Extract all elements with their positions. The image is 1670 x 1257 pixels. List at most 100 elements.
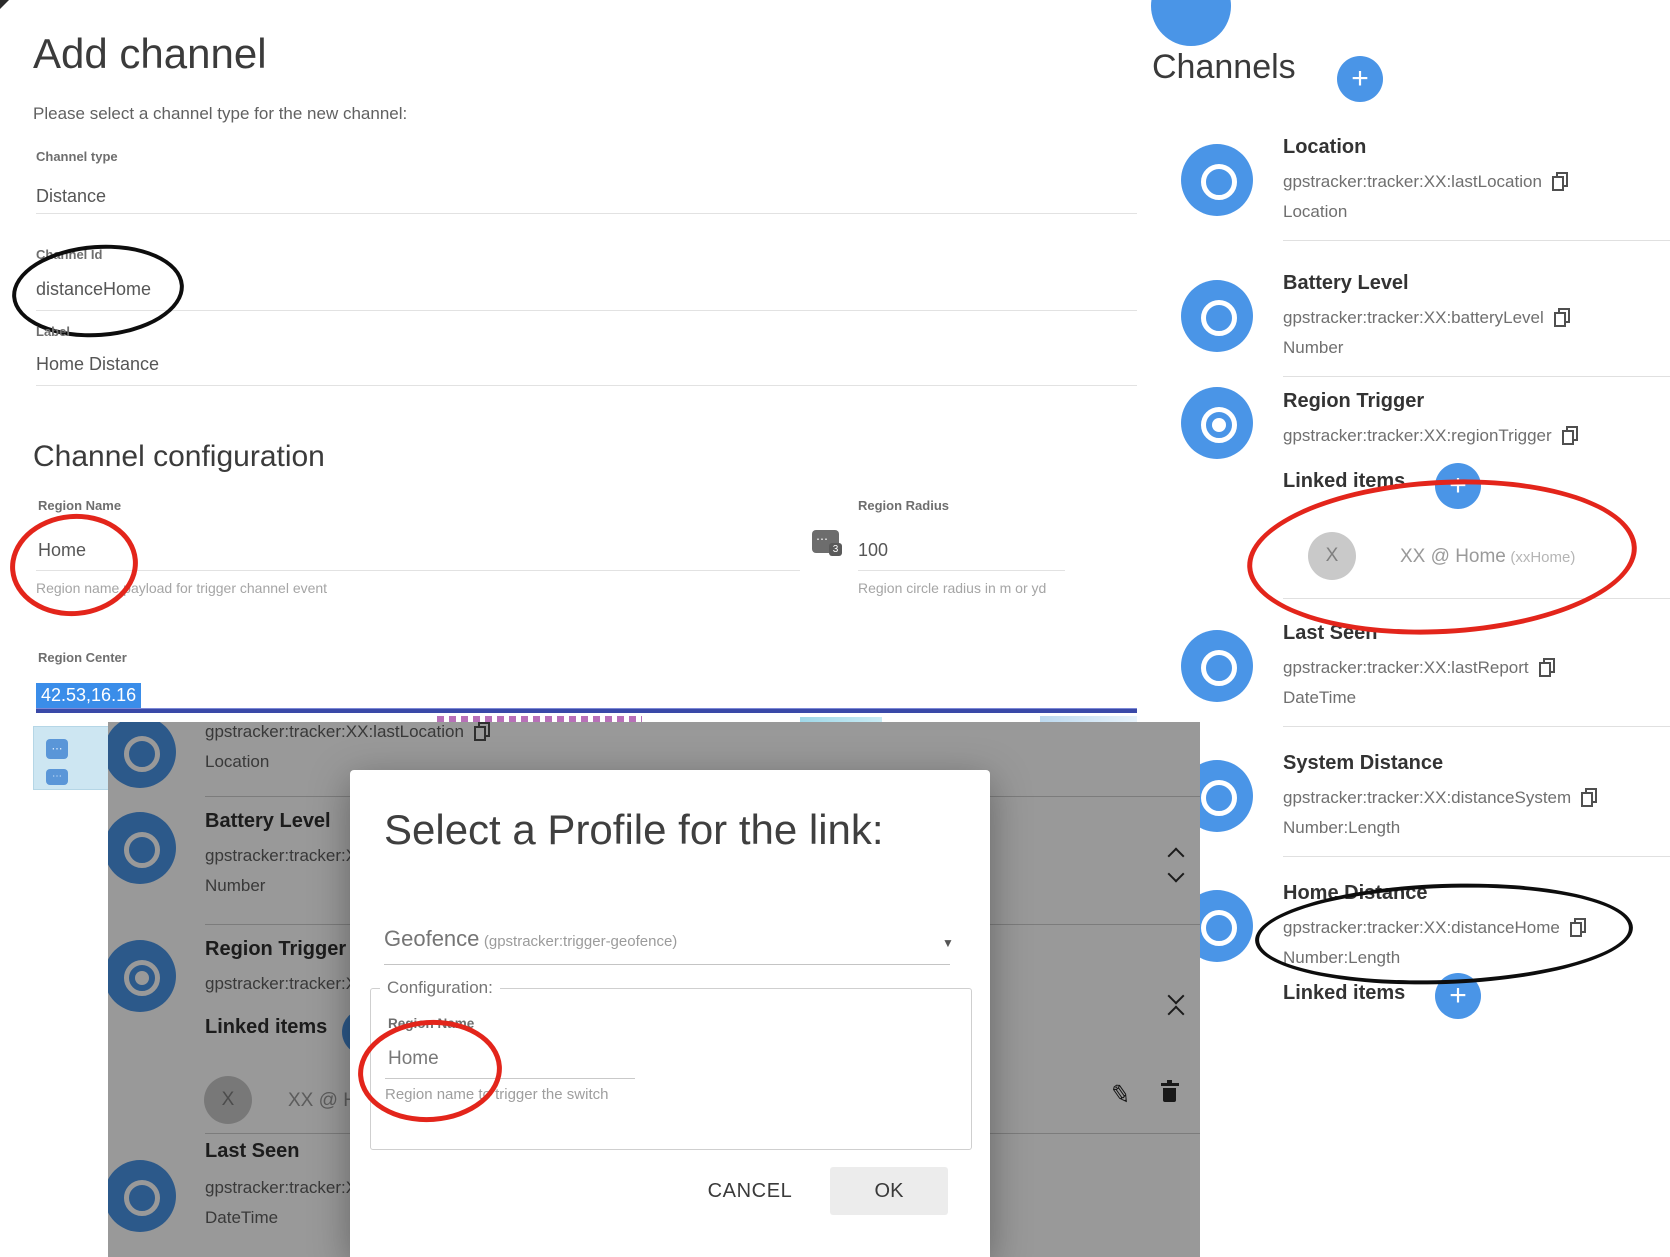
dots-icon: ⋯ (816, 532, 829, 546)
divider (1283, 598, 1670, 599)
divider (1283, 376, 1670, 377)
plus-icon: + (1449, 471, 1467, 501)
kb-badge: 3 (829, 543, 842, 556)
label-field-input[interactable]: Home Distance (36, 354, 159, 375)
channel-uid: gpstracker:tracker:XX:lastReport (1283, 658, 1529, 677)
modal-region-name-input[interactable]: Home (388, 1048, 439, 1070)
annotation-ellipse-region-name (6, 509, 142, 622)
channel-uid: gpstracker:tracker:XX:lastLocation (1283, 172, 1542, 191)
linked-item-avatar: X (1308, 532, 1356, 580)
channel-uid-row: gpstracker:tracker:XX:lastReport (1283, 658, 1554, 678)
channel-title[interactable]: System Distance (1283, 752, 1443, 775)
ring-icon (1201, 650, 1237, 686)
add-linked-item-button[interactable]: + (1435, 463, 1481, 509)
channel-uid-row: gpstracker:tracker:XX:distanceHome (1283, 918, 1585, 938)
linked-item-label: XX @ Home (1400, 546, 1506, 567)
region-name-underline (36, 570, 800, 571)
channel-uid: gpstracker:tracker:XX:distanceHome (1283, 918, 1560, 937)
channel-type-label: Channel type (36, 149, 118, 164)
ok-button[interactable]: OK (830, 1167, 948, 1215)
plus-icon: + (1351, 64, 1369, 94)
profile-select-value: Geofence (384, 926, 479, 951)
channel-type-underline (36, 213, 1137, 214)
channel-type: Number:Length (1283, 948, 1400, 968)
copy-icon[interactable] (1570, 918, 1585, 935)
channel-title[interactable]: Home Distance (1283, 882, 1428, 905)
profile-select[interactable]: Geofence (gpstracker:trigger-geofence) (384, 926, 677, 952)
channel-title[interactable]: Last Seen (1283, 622, 1377, 645)
channel-type-value[interactable]: Distance (36, 186, 106, 207)
avatar-letter: X (1326, 545, 1339, 567)
region-radius-helper: Region circle radius in m or yd (858, 580, 1046, 596)
linked-item-row[interactable]: XX @ Home (xxHome) (1400, 546, 1575, 568)
ring-icon (1201, 164, 1237, 200)
copy-icon[interactable] (1539, 658, 1554, 675)
copy-icon[interactable] (1562, 426, 1577, 443)
region-radius-label: Region Radius (858, 498, 949, 513)
copy-icon[interactable] (1552, 172, 1567, 189)
region-radius-input[interactable]: 100 (858, 540, 888, 561)
divider (1283, 240, 1670, 241)
channel-uid-row: gpstracker:tracker:XX:regionTrigger (1283, 426, 1577, 446)
channel-icon-location (1181, 144, 1253, 216)
divider (1283, 726, 1670, 727)
channel-icon-region-trigger (1181, 387, 1253, 459)
channel-id-underline (36, 310, 1137, 311)
channel-title[interactable]: Region Trigger (1283, 390, 1424, 413)
linked-item-hint: (xxHome) (1510, 549, 1575, 566)
modal-region-name-label: Region Name (388, 1016, 474, 1031)
clipped-plus-button[interactable] (1151, 0, 1231, 46)
channel-uid-row: gpstracker:tracker:XX:lastLocation (1283, 172, 1567, 192)
region-center-input[interactable]: 42.53,16.16 (36, 683, 141, 708)
ring-icon (1201, 910, 1237, 946)
linked-items-heading: Linked items (1283, 982, 1405, 1005)
profile-dialog: Select a Profile for the link: Geofence … (350, 770, 990, 1257)
target-icon (1201, 407, 1237, 443)
cancel-button[interactable]: CANCEL (690, 1170, 810, 1212)
divider (1283, 856, 1670, 857)
channel-uid: gpstracker:tracker:XX:distanceSystem (1283, 788, 1571, 807)
config-heading: Channel configuration (33, 440, 325, 474)
region-name-input[interactable]: Home (38, 540, 86, 561)
region-center-focus-underline (36, 708, 1137, 713)
channel-id-input[interactable]: distanceHome (36, 279, 151, 300)
modal-region-name-helper: Region name to trigger the switch (385, 1086, 608, 1103)
region-radius-underline (858, 570, 1065, 571)
add-linked-item-button[interactable]: + (1435, 973, 1481, 1019)
label-field-label: Label (36, 324, 70, 339)
map-control-button-2[interactable]: ⋯ (46, 769, 68, 785)
channel-type: DateTime (1283, 688, 1356, 708)
channel-uid: gpstracker:tracker:XX:regionTrigger (1283, 426, 1552, 445)
caret-down-icon[interactable]: ▼ (942, 936, 954, 950)
copy-icon[interactable] (1554, 308, 1569, 325)
target-dot (1212, 418, 1226, 432)
channel-uid-row: gpstracker:tracker:XX:distanceSystem (1283, 788, 1596, 808)
region-name-label: Region Name (38, 498, 121, 513)
modal-region-name-underline (385, 1078, 635, 1079)
ring-icon (1201, 780, 1237, 816)
region-name-helper: Region name payload for trigger channel … (36, 580, 327, 596)
page-subtitle: Please select a channel type for the new… (33, 104, 407, 124)
fieldset-legend: Configuration: (380, 978, 500, 998)
channel-type: Number:Length (1283, 818, 1400, 838)
input-helper-icon[interactable]: ⋯ 3 (812, 530, 839, 553)
channel-title[interactable]: Battery Level (1283, 272, 1409, 295)
channel-type: Location (1283, 202, 1347, 222)
select-underline (384, 964, 950, 965)
channel-uid-row: gpstracker:tracker:XX:batteryLevel (1283, 308, 1569, 328)
map-control-button[interactable]: ⋯ (46, 739, 68, 759)
label-underline (36, 385, 1137, 386)
copy-icon[interactable] (1581, 788, 1596, 805)
channel-icon-last-seen (1181, 630, 1253, 702)
dialog-title: Select a Profile for the link: (384, 806, 884, 854)
add-channel-button[interactable]: + (1337, 56, 1383, 102)
channels-heading: Channels (1152, 48, 1296, 87)
ring-icon (1201, 300, 1237, 336)
map-fragment: ⋯ ⋯ (33, 726, 110, 790)
region-center-label: Region Center (38, 650, 127, 665)
channel-type: Number (1283, 338, 1343, 358)
channel-title[interactable]: Location (1283, 136, 1366, 159)
page-title: Add channel (33, 30, 267, 78)
channel-icon-battery (1181, 280, 1253, 352)
screenshot-root: Add channel Please select a channel type… (0, 0, 1670, 1257)
